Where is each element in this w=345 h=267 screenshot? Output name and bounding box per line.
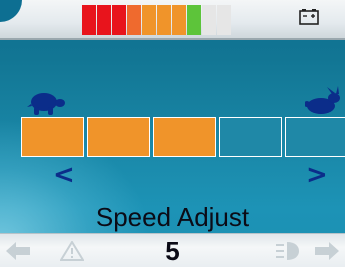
corner-decoration xyxy=(0,0,22,22)
page-title: Speed Adjust xyxy=(95,202,250,232)
battery-segment xyxy=(187,5,201,35)
battery-segment xyxy=(82,5,96,35)
battery-segment xyxy=(217,5,231,35)
battery-segment xyxy=(202,5,216,35)
speed-level-cell xyxy=(285,117,345,157)
battery-segment xyxy=(97,5,111,35)
battery-segment xyxy=(157,5,171,35)
battery-segment xyxy=(172,5,186,35)
speed-level-bar xyxy=(21,117,345,157)
status-bar xyxy=(0,0,345,40)
light-icon[interactable] xyxy=(275,241,301,261)
increase-speed-button[interactable]: > xyxy=(306,162,328,188)
battery-gauge xyxy=(82,5,231,35)
speed-adjust-screen: < > Speed Adjust 5 xyxy=(0,0,345,267)
speed-level-cell xyxy=(21,117,84,157)
battery-segment xyxy=(127,5,141,35)
speed-level-cell xyxy=(87,117,150,157)
battery-segment xyxy=(142,5,156,35)
speed-level-cell xyxy=(153,117,216,157)
speed-level-cell xyxy=(219,117,282,157)
rabbit-icon xyxy=(305,86,340,114)
right-arrow-icon[interactable] xyxy=(315,242,339,260)
battery-segment xyxy=(112,5,126,35)
decrease-speed-button[interactable]: < xyxy=(53,162,75,188)
battery-charge-icon xyxy=(299,9,319,25)
turtle-icon xyxy=(27,93,65,115)
footer-bar: 5 xyxy=(0,233,345,267)
